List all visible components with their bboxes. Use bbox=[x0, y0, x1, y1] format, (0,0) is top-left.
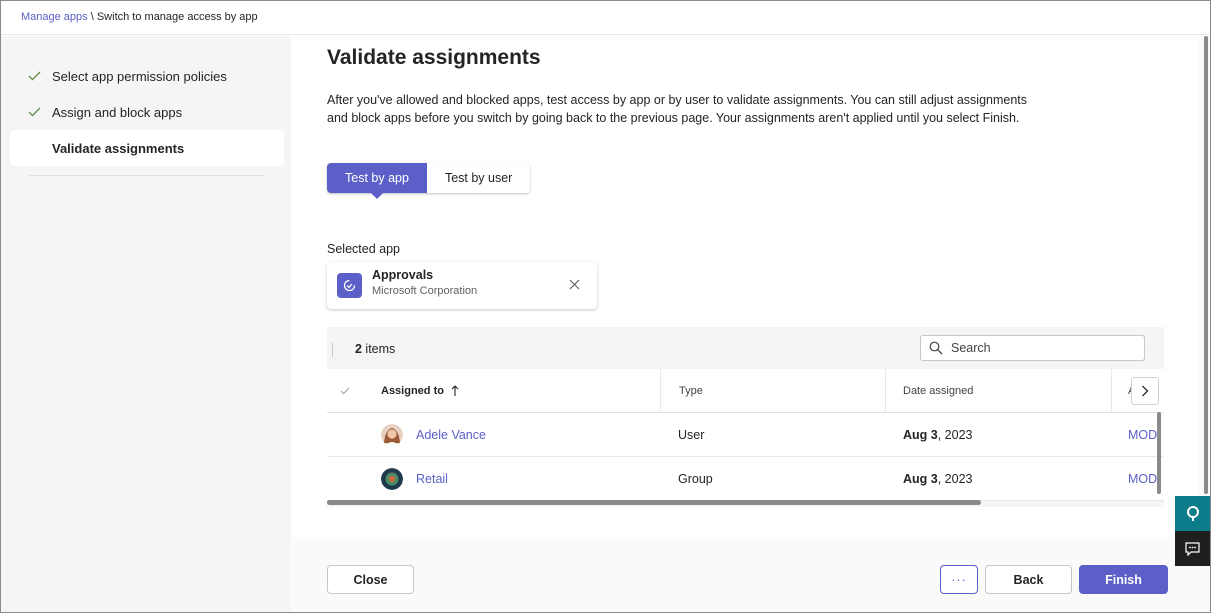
column-type-label: Type bbox=[679, 385, 703, 397]
step-validate-assignments[interactable]: Validate assignments bbox=[10, 130, 284, 166]
more-options-button[interactable]: ··· bbox=[940, 565, 978, 594]
toolbar-divider bbox=[332, 343, 333, 357]
column-assigned-to-label: Assigned to bbox=[381, 385, 444, 397]
app-name: Approvals bbox=[372, 268, 434, 282]
selected-app-card: Approvals Microsoft Corporation bbox=[327, 262, 597, 309]
items-count-number: 2 bbox=[355, 342, 362, 356]
column-header-type[interactable]: Type bbox=[660, 369, 885, 413]
table-header: Assigned to Type Date assigned A bbox=[327, 369, 1164, 413]
type-cell: User bbox=[678, 428, 705, 442]
close-button[interactable]: Close bbox=[327, 565, 414, 594]
assignee-cell[interactable]: Adele Vance bbox=[381, 413, 486, 457]
table-horizontal-scrollbar[interactable] bbox=[327, 500, 981, 505]
assignee-cell[interactable]: Retail bbox=[381, 457, 448, 501]
extra-cell[interactable]: MOD bbox=[1128, 457, 1157, 501]
checkmark-icon bbox=[26, 107, 42, 117]
column-header-date-assigned[interactable]: Date assigned bbox=[885, 369, 1111, 413]
step-select-app-permission-policies[interactable]: Select app permission policies bbox=[10, 58, 284, 94]
remove-app-close-icon[interactable] bbox=[567, 277, 581, 291]
approvals-icon bbox=[337, 273, 362, 298]
breadcrumb-current: Switch to manage access by app bbox=[96, 11, 258, 23]
items-count-suffix: items bbox=[361, 342, 396, 356]
test-mode-toggle: Test by app Test by user bbox=[327, 163, 531, 199]
steps-divider bbox=[29, 175, 265, 176]
date-cell: Aug 3, 2023 bbox=[903, 457, 973, 501]
assignments-table: 2 items Assigned to bbox=[327, 327, 1164, 507]
help-assistant-icon[interactable] bbox=[1175, 496, 1210, 531]
step-label: Assign and block apps bbox=[52, 104, 183, 120]
wizard-steps-sidebar: Select app permission policies Assign an… bbox=[1, 36, 291, 612]
avatar bbox=[381, 424, 403, 446]
selected-app-label: Selected app bbox=[327, 242, 400, 256]
assignee-name: Adele Vance bbox=[416, 428, 486, 442]
tab-test-by-app[interactable]: Test by app bbox=[327, 163, 427, 199]
date-cell: Aug 3, 2023 bbox=[903, 413, 973, 457]
content-panel: Validate assignments After you've allowe… bbox=[291, 36, 1199, 537]
extra-cell[interactable]: MOD bbox=[1128, 413, 1157, 457]
app-publisher: Microsoft Corporation bbox=[372, 285, 478, 297]
table-toolbar: 2 items bbox=[327, 327, 1164, 369]
date-month-day: Aug 3 bbox=[903, 472, 938, 486]
breadcrumb-manage-apps-link[interactable]: Manage apps bbox=[21, 11, 88, 23]
assignee-name: Retail bbox=[416, 472, 448, 486]
select-all-check-icon[interactable] bbox=[335, 369, 355, 413]
feedback-icon[interactable] bbox=[1175, 531, 1210, 566]
date-month-day: Aug 3 bbox=[903, 428, 938, 442]
items-count: 2 items bbox=[355, 342, 395, 356]
main-content: Validate assignments After you've allowe… bbox=[291, 36, 1210, 612]
table-row[interactable]: Retail Group Aug 3, 2023 MOD bbox=[327, 457, 1164, 501]
avatar bbox=[381, 468, 403, 490]
step-assign-and-block-apps[interactable]: Assign and block apps bbox=[10, 94, 284, 130]
top-bar: Manage apps \ Switch to manage access by… bbox=[1, 1, 1210, 35]
date-year: , 2023 bbox=[937, 472, 973, 486]
column-header-assigned-to[interactable]: Assigned to bbox=[381, 369, 661, 413]
step-label: Validate assignments bbox=[52, 140, 185, 156]
search-box bbox=[920, 335, 1145, 361]
step-label: Select app permission policies bbox=[52, 68, 227, 84]
table-vertical-scrollbar[interactable] bbox=[1157, 412, 1161, 494]
back-button[interactable]: Back bbox=[985, 565, 1072, 594]
search-icon bbox=[929, 341, 945, 355]
page-title: Validate assignments bbox=[327, 46, 541, 69]
sort-ascending-icon bbox=[451, 385, 459, 397]
date-year: , 2023 bbox=[937, 428, 973, 442]
column-date-label: Date assigned bbox=[903, 385, 974, 397]
page-vertical-scrollbar[interactable] bbox=[1204, 36, 1208, 494]
breadcrumb: Manage apps \ Switch to manage access by… bbox=[21, 11, 258, 23]
breadcrumb-separator: \ bbox=[87, 11, 97, 23]
checkmark-icon bbox=[26, 71, 42, 81]
type-cell: Group bbox=[678, 472, 713, 486]
tab-test-by-user[interactable]: Test by user bbox=[426, 163, 531, 193]
search-input[interactable] bbox=[951, 341, 1131, 355]
scroll-right-chevron-icon[interactable] bbox=[1131, 377, 1159, 405]
table-row[interactable]: Adele Vance User Aug 3, 2023 MOD bbox=[327, 413, 1164, 457]
page-description: After you've allowed and blocked apps, t… bbox=[327, 93, 1028, 125]
finish-button[interactable]: Finish bbox=[1079, 565, 1168, 594]
